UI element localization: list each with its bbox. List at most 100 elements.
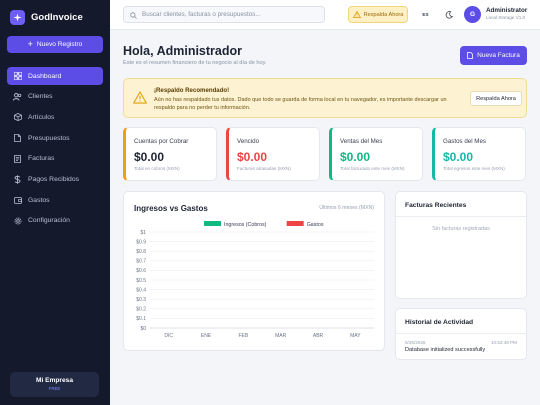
alert-title: ¡Respaldo Recomendado! xyxy=(154,87,230,94)
grid-icon xyxy=(13,72,22,81)
search-icon xyxy=(130,6,137,24)
y-tick-label: $0 xyxy=(140,326,146,332)
kpi-value: $0.00 xyxy=(237,150,268,164)
y-tick-label: $0.7 xyxy=(136,259,146,265)
new-record-button[interactable]: + Nuevo Registro xyxy=(7,36,103,53)
activity-date: 5/25/2026 xyxy=(405,340,426,345)
sidebar-item-configuracion[interactable]: Configuración xyxy=(7,212,103,230)
sidebar-item-pagos-recibidos[interactable]: Pagos Recibidos xyxy=(7,170,103,188)
y-tick-label: $0.1 xyxy=(136,316,146,322)
app-logo[interactable]: GodInvoice xyxy=(10,10,83,25)
kpi-card-monthly-expenses: Gastos del Mes $0.00 Total egresos este … xyxy=(432,127,526,181)
new-invoice-button[interactable]: Nueva Factura xyxy=(460,46,527,65)
theme-toggle-button[interactable] xyxy=(440,6,457,23)
sidebar-item-label: Dashboard xyxy=(28,72,62,80)
kpi-label: Gastos del Mes xyxy=(443,138,486,145)
sidebar-item-gastos[interactable]: Gastos xyxy=(7,191,103,209)
company-card[interactable]: Mi Empresa FREE xyxy=(10,372,99,397)
company-name: Mi Empresa xyxy=(35,377,73,384)
warning-icon xyxy=(352,11,361,18)
new-record-label: Nuevo Registro xyxy=(36,41,83,48)
x-tick-label: ENE xyxy=(201,333,212,339)
legend-swatch xyxy=(204,221,221,226)
sidebar-item-articulos[interactable]: Artículos xyxy=(7,108,103,126)
sparkle-icon xyxy=(10,10,25,25)
kpi-subtitle: Total en cobros (MXN) xyxy=(134,166,180,171)
kpi-subtitle: Facturas atrasadas (MXN) xyxy=(237,166,291,171)
sidebar-item-clientes[interactable]: Clientes xyxy=(7,88,103,106)
x-tick-label: FEB xyxy=(238,333,248,339)
page-title: Hola, Administrador xyxy=(123,44,242,58)
sidebar-item-label: Gastos xyxy=(28,196,50,204)
gear-icon xyxy=(13,216,22,225)
file-icon xyxy=(13,134,22,143)
new-invoice-label: Nueva Factura xyxy=(477,52,520,59)
kpi-value: $0.00 xyxy=(443,150,474,164)
kpi-card-monthly-sales: Ventas del Mes $0.00 Total facturado est… xyxy=(329,127,423,181)
sidebar: GodInvoice + Nuevo Registro Dashboard Cl… xyxy=(0,0,110,405)
activity-history-card: Historial de Actividad 5/25/2026 10:53:4… xyxy=(395,308,527,360)
box-icon xyxy=(13,113,22,122)
search-box xyxy=(123,6,325,23)
user-name: Administrator xyxy=(486,7,528,14)
recent-invoices-title: Facturas Recientes xyxy=(405,202,467,209)
backup-now-label: Respalda Ahora xyxy=(363,11,404,18)
y-tick-label: $0.4 xyxy=(136,287,146,293)
moon-icon xyxy=(445,10,453,19)
sidebar-item-label: Pagos Recibidos xyxy=(28,175,80,183)
x-tick-label: ABR xyxy=(313,333,324,339)
sidebar-item-label: Facturas xyxy=(28,155,55,163)
recent-invoices-card: Facturas Recientes Sin facturas registra… xyxy=(395,191,527,299)
x-tick-label: DIC xyxy=(164,333,173,339)
wallet-icon xyxy=(13,196,22,205)
language-label: ES xyxy=(422,12,429,17)
alert-text: Aún no has respaldado tus datos. Dado qu… xyxy=(154,97,447,111)
invoice-icon xyxy=(13,154,22,163)
kpi-label: Vencido xyxy=(237,138,260,145)
kpi-card-receivables: Cuentas por Cobrar $0.00 Total en cobros… xyxy=(123,127,217,181)
divider xyxy=(396,333,526,334)
kpi-subtitle: Total facturado este mes (MXN) xyxy=(340,166,405,171)
y-tick-label: $0.2 xyxy=(136,307,146,313)
page-subtitle: Este es el resumen financiero de tu nego… xyxy=(123,60,267,66)
users-icon xyxy=(13,92,22,101)
backup-now-chip[interactable]: Respalda Ahora xyxy=(348,6,408,23)
kpi-card-overdue: Vencido $0.00 Facturas atrasadas (MXN) xyxy=(226,127,320,181)
backup-alert: ¡Respaldo Recomendado! Aún no has respal… xyxy=(123,78,527,118)
top-bar: Respalda Ahora ES G Administrator Local … xyxy=(110,0,540,30)
avatar[interactable]: G xyxy=(464,6,481,23)
sidebar-item-facturas[interactable]: Facturas xyxy=(7,150,103,168)
x-tick-label: MAR xyxy=(275,333,287,339)
legend-label: Ingresos (Cobros) xyxy=(224,222,267,228)
sidebar-nav: Dashboard Clientes Artículos Presupuesto… xyxy=(7,67,103,233)
kpi-value: $0.00 xyxy=(340,150,371,164)
sidebar-item-label: Clientes xyxy=(28,93,53,101)
user-storage: Local Storage V1.0 xyxy=(486,15,526,20)
kpi-subtitle: Total egresos este mes (MXN) xyxy=(443,166,505,171)
file-icon xyxy=(467,52,474,59)
app-name: GodInvoice xyxy=(31,12,83,23)
company-plan: FREE xyxy=(48,386,61,391)
y-tick-label: $0.9 xyxy=(136,239,146,245)
y-tick-label: $0.5 xyxy=(136,278,146,284)
legend-swatch xyxy=(286,221,304,226)
sidebar-item-dashboard[interactable]: Dashboard xyxy=(7,67,103,85)
legend-label: Gastos xyxy=(307,222,324,228)
y-tick-label: $0.3 xyxy=(136,297,146,303)
sidebar-item-label: Artículos xyxy=(28,113,55,121)
plus-icon: + xyxy=(27,39,33,49)
sidebar-item-presupuestos[interactable]: Presupuestos xyxy=(7,129,103,147)
activity-text: Database initialized successfully xyxy=(405,347,486,353)
activity-time: 10:53:48 PM xyxy=(490,340,517,345)
warning-icon xyxy=(133,91,147,109)
kpi-label: Cuentas por Cobrar xyxy=(134,138,189,145)
sidebar-item-label: Presupuestos xyxy=(28,134,70,142)
kpi-value: $0.00 xyxy=(134,150,165,164)
activity-title: Historial de Actividad xyxy=(405,319,474,326)
dollar-icon xyxy=(13,175,22,184)
search-input[interactable] xyxy=(142,11,322,18)
y-tick-label: $0.6 xyxy=(136,268,146,274)
alert-backup-button[interactable]: Respalda Ahora xyxy=(470,91,522,106)
x-tick-label: MAY xyxy=(350,333,361,339)
language-button[interactable]: ES xyxy=(417,6,434,23)
